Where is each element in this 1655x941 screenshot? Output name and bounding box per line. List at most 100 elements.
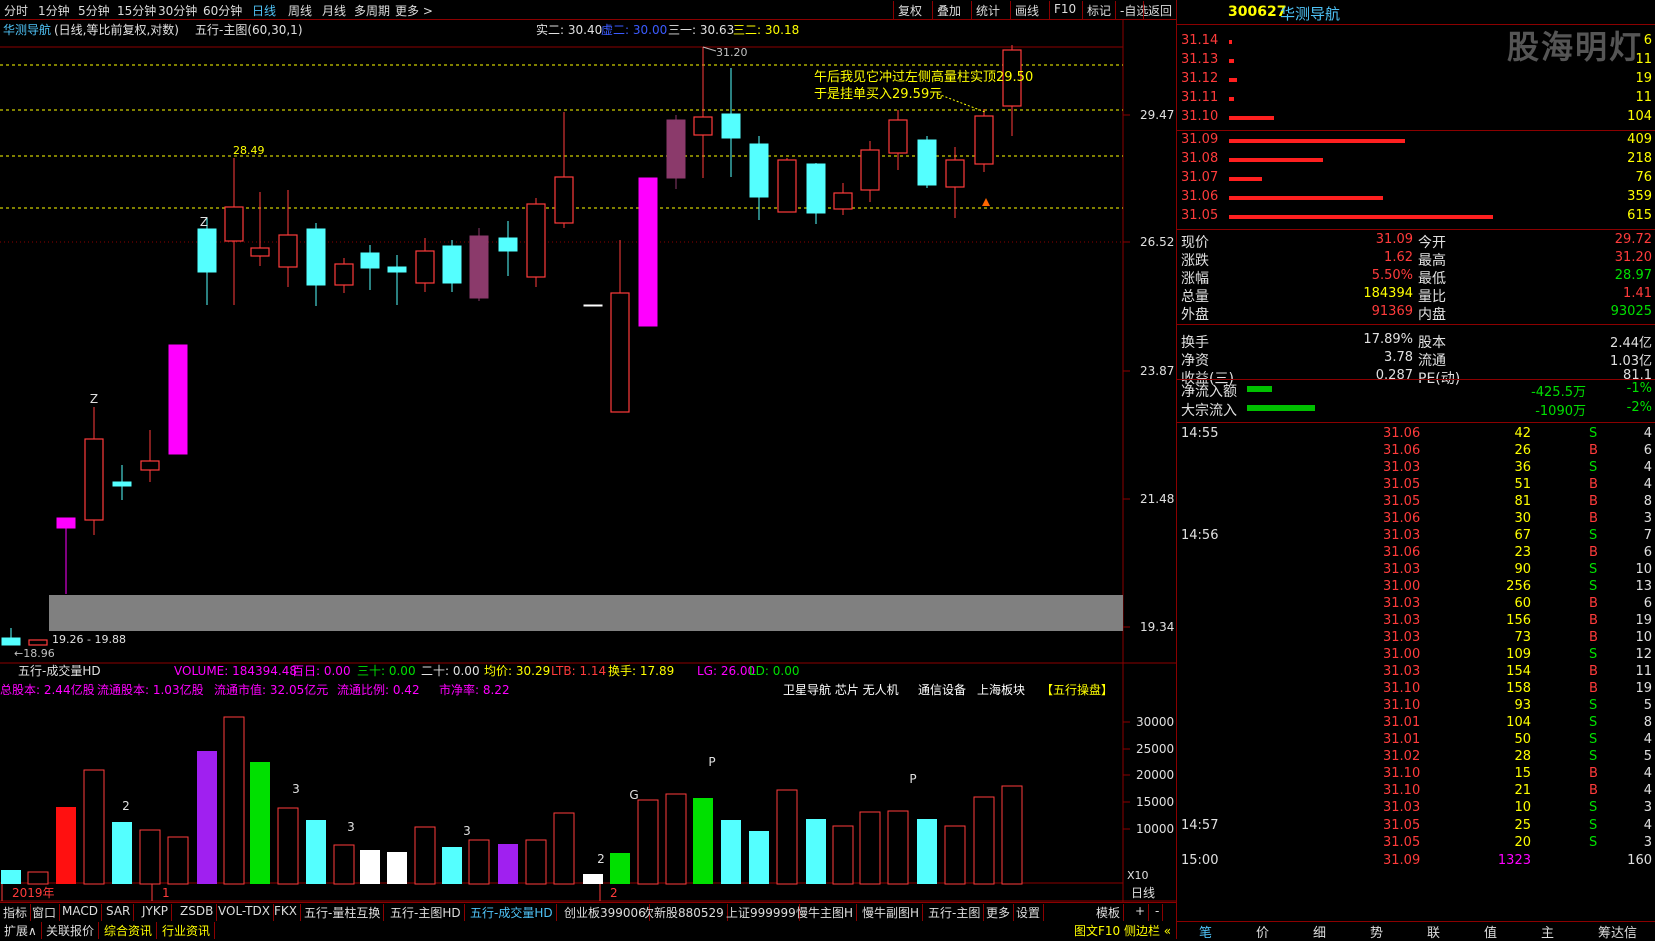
stat-row: 涨跌 1.62 最高 31.20 <box>1181 250 1652 269</box>
indicator-tab[interactable]: FKX <box>271 904 301 921</box>
quote-tab[interactable]: 价 <box>1256 922 1269 941</box>
volume-stat: 三十: 0.00 <box>357 664 416 678</box>
candle <box>306 223 326 306</box>
indicator-tab[interactable]: 五行-主图HD <box>387 904 465 921</box>
volume-bar <box>665 793 687 885</box>
volume-bar <box>693 798 713 884</box>
chart-area[interactable]: 华测导航 (日线,等比前复权,对数) 五行-主图(60,30,1) 实二: 30.40… <box>0 20 1176 903</box>
period-tab[interactable]: 15分钟 <box>117 2 156 19</box>
candle <box>833 183 853 215</box>
candle <box>387 255 407 305</box>
volume-bar <box>387 852 407 884</box>
indicator-tab[interactable]: ZSDB <box>177 904 218 921</box>
extension-tab[interactable]: 扩展∧ <box>0 922 42 939</box>
indicator-tab[interactable]: MACD <box>59 904 102 921</box>
kline-chart[interactable]: 华测导航 (日线,等比前复权,对数) 五行-主图(60,30,1) 实二: 30.40… <box>0 20 1176 903</box>
volume-stat: LD: 0.00 <box>749 664 800 678</box>
indicator-tab[interactable]: 五行-成交量HD <box>467 904 557 921</box>
volume-letter: 2 <box>597 852 605 866</box>
indicator-tab[interactable]: SAR <box>103 904 135 921</box>
indicator-tab[interactable]: 上证999999 <box>723 904 800 921</box>
annotation-line-1: 午后我见它冲过左侧高量柱实顶29.50 <box>814 69 1033 85</box>
tick-row: 31.10 93 S 5 <box>1383 698 1652 713</box>
period-tab[interactable]: 多周期 <box>354 2 390 19</box>
period-tab[interactable]: 30分钟 <box>158 2 197 19</box>
volume-bar <box>414 826 436 885</box>
quote-tab[interactable]: 细 <box>1313 922 1326 941</box>
toolbar-button[interactable]: 返回 <box>1143 1 1176 19</box>
sidebar-toggle[interactable]: 图文F10 侧边栏 « <box>1070 922 1175 939</box>
volume-bar <box>776 789 798 885</box>
period-tab[interactable]: 月线 <box>322 2 346 19</box>
template-control[interactable]: 模板 <box>1093 904 1125 921</box>
volume-bar <box>197 751 217 884</box>
toolbar-button[interactable]: 标记 <box>1082 1 1115 19</box>
volume-bar <box>1001 785 1023 885</box>
toolbar-button[interactable]: 复权 <box>893 1 926 19</box>
indicator-tab[interactable]: 次新股880529 <box>639 904 728 921</box>
quote-tab[interactable]: 筹达信 <box>1598 922 1637 941</box>
indicator-tab[interactable]: 慢牛副图H <box>859 904 924 921</box>
volume-bar <box>749 831 769 884</box>
candle <box>112 465 132 500</box>
candle <box>469 228 489 301</box>
stat-row: 外盘 91369 内盘 93025 <box>1181 304 1652 323</box>
period-tab[interactable]: 1分钟 <box>38 2 70 19</box>
price-axis-label: 21.48 <box>1140 492 1174 506</box>
share-info: 流通比例: 0.42 <box>337 683 420 697</box>
indicator-tab[interactable]: 窗口 <box>29 904 61 921</box>
indicator-tab[interactable]: JYKP <box>139 904 172 921</box>
volume-bar <box>553 812 575 885</box>
quote-tab[interactable]: 联 <box>1427 922 1440 941</box>
indicator-tab[interactable]: 创业板399006 <box>561 904 650 921</box>
extension-tab[interactable]: 综合资讯 <box>100 922 158 939</box>
template-control[interactable]: - <box>1152 904 1164 921</box>
volume-letter: 2 <box>122 799 130 813</box>
indicator-tab[interactable]: 慢牛主图H <box>793 904 858 921</box>
tick-row: 31.06 30 B 3 <box>1383 511 1652 526</box>
volume-bar <box>27 871 49 885</box>
indicator-tab[interactable]: 更多 <box>983 904 1015 921</box>
volume-bar-fill <box>1229 40 1232 44</box>
period-tab[interactable]: 5分钟 <box>78 2 110 19</box>
toolbar-button[interactable]: 叠加 <box>932 1 965 19</box>
ask-row: 31.13 11 <box>1181 52 1652 67</box>
toolbar-button[interactable]: 统计 <box>971 1 1004 19</box>
period-tab[interactable]: 日线 <box>252 2 276 19</box>
ask-row: 31.11 11 <box>1181 90 1652 105</box>
volume-bar <box>250 762 270 884</box>
stock-code: 300627 <box>1228 4 1287 20</box>
volume-bar <box>167 836 189 885</box>
candle <box>888 110 908 170</box>
candle <box>498 221 518 276</box>
quote-tab[interactable]: 主 <box>1541 922 1554 941</box>
period-tab[interactable]: 更多 > <box>395 2 433 19</box>
indicator-tab[interactable]: 指标 <box>0 904 32 921</box>
volume-stat: LTB: 1.14 <box>551 664 606 678</box>
ma-label: 三二: 30.18 <box>733 23 799 37</box>
toolbar-button[interactable]: 画线 <box>1010 1 1043 19</box>
indicator-tab[interactable]: 五行-主图 <box>925 904 985 921</box>
volume-bar <box>277 807 299 885</box>
indicator-tab[interactable]: VOL-TDX <box>215 904 274 921</box>
quote-tab[interactable]: 值 <box>1484 922 1497 941</box>
indicator-tab[interactable]: 设置 <box>1013 904 1045 921</box>
template-control[interactable]: + <box>1132 904 1150 921</box>
volume-bar <box>887 810 909 885</box>
period-tab[interactable]: 60分钟 <box>203 2 242 19</box>
ask-row: 31.12 19 <box>1181 71 1652 86</box>
volume-axis-label: 30000 <box>1136 715 1174 729</box>
indicator-tab[interactable]: 五行-量柱互换 <box>301 904 385 921</box>
extension-tab[interactable]: 行业资讯 <box>158 922 216 939</box>
quote-tab[interactable]: 笔 <box>1199 922 1212 941</box>
period-tab[interactable]: 分时 <box>4 2 28 19</box>
candle <box>945 147 965 218</box>
volume-letter: 3 <box>463 824 471 838</box>
toolbar-button[interactable]: F10 <box>1049 1 1080 19</box>
tick-row: 31.03 90 S 10 <box>1383 562 1652 577</box>
period-tab[interactable]: 周线 <box>288 2 312 19</box>
candle <box>360 245 380 290</box>
extension-tab[interactable]: 关联报价 <box>42 922 100 939</box>
quote-tab[interactable]: 势 <box>1370 922 1383 941</box>
volume-bar-fill <box>1229 177 1262 181</box>
